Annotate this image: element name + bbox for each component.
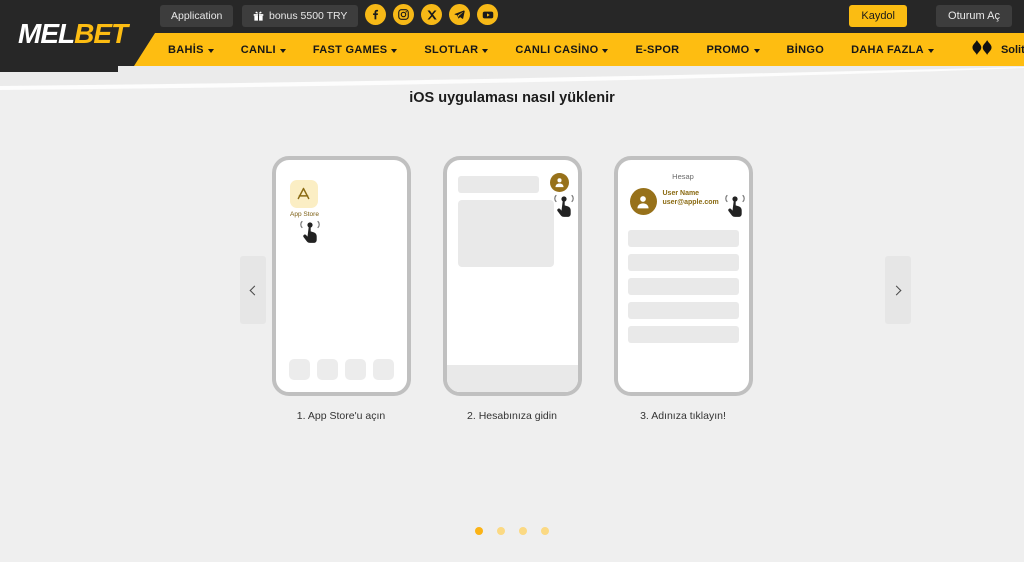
solitaire-diamonds-icon: [971, 39, 993, 60]
nav-item-solitaire[interactable]: Solitaire: [971, 39, 1024, 60]
account-row: [627, 278, 739, 295]
pagination-dot[interactable]: [475, 527, 483, 535]
main-nav: BAHİS CANLI FAST GAMES SLOTLAR CANLI CAS…: [0, 33, 1024, 66]
user-avatar-icon: [629, 188, 657, 215]
step-caption: 1. App Store'u açın: [296, 410, 386, 422]
phone-dock: [276, 359, 407, 380]
nav-label: DAHA FAZLA: [851, 43, 924, 56]
login-label: Oturum Aç: [948, 10, 1000, 22]
account-row: [627, 254, 739, 271]
nav-items: BAHİS CANLI FAST GAMES SLOTLAR CANLI CAS…: [168, 33, 1024, 66]
user-email: user@apple.com: [662, 199, 719, 206]
facebook-icon[interactable]: [365, 4, 386, 25]
header-swoosh: [0, 66, 1024, 92]
nav-label: E-SPOR: [635, 43, 680, 56]
tap-hand-icon: [298, 218, 322, 244]
nav-label: PROMO: [706, 43, 750, 56]
application-button[interactable]: Application: [160, 5, 234, 27]
register-button[interactable]: Kaydol: [849, 5, 907, 27]
pagination-dot[interactable]: [519, 527, 527, 535]
nav-item-bahis[interactable]: BAHİS: [168, 44, 214, 56]
logo-secondary: BET: [74, 18, 128, 49]
nav-label: SLOTLAR: [424, 43, 479, 56]
account-row: [627, 326, 739, 343]
tap-hand-icon: [723, 192, 747, 218]
nav-item-daha-fazla[interactable]: DAHA FAZLA: [851, 44, 934, 56]
account-screen-title: Hesap: [672, 172, 694, 181]
step-card-2: 2. Hesabınıza gidin: [442, 156, 582, 422]
pagination-dot[interactable]: [541, 527, 549, 535]
top-bar: Application bonus 5500 TRY Kaydol Oturum…: [0, 0, 1024, 33]
dock-app-icon: [316, 359, 338, 380]
chevron-down-icon: [602, 48, 609, 53]
steps-carousel: App Store 1. App Store'u açın 2. Hesabın…: [0, 156, 1024, 422]
tap-hand-icon: [552, 192, 576, 218]
logo-dark-block: [0, 66, 118, 72]
nav-label: CANLI: [240, 43, 276, 56]
chevron-down-icon: [391, 48, 398, 53]
dock-app-icon: [344, 359, 366, 380]
page-body: iOS uygulaması nasıl yüklenir App Store: [0, 66, 1024, 562]
placeholder-search-bar: [457, 176, 539, 193]
nav-label: FAST GAMES: [312, 43, 388, 56]
chevron-down-icon: [927, 48, 934, 53]
chevron-down-icon: [753, 48, 760, 53]
instagram-icon[interactable]: [393, 4, 414, 25]
nav-item-promo[interactable]: PROMO: [706, 43, 760, 56]
solitaire-label: Solitaire: [1000, 43, 1024, 56]
nav-item-e-spor[interactable]: E-SPOR: [635, 44, 679, 56]
register-label: Kaydol: [861, 10, 895, 22]
user-avatar-icon: [549, 173, 569, 192]
nav-item-slotlar[interactable]: SLOTLAR: [424, 43, 489, 56]
phone-mockup-3: Hesap User Name user@apple.com: [613, 156, 753, 396]
nav-item-bingo[interactable]: BİNGO: [787, 44, 825, 56]
application-label: Application: [171, 10, 223, 22]
nav-label: BİNGO: [786, 43, 825, 56]
x-twitter-icon[interactable]: [421, 4, 442, 25]
social-links: [365, 4, 498, 25]
nav-item-canli[interactable]: CANLI: [241, 44, 286, 56]
nav-label: BAHİS: [168, 43, 204, 56]
chevron-down-icon: [482, 48, 489, 53]
melbet-logo[interactable]: MELBET: [18, 18, 128, 50]
youtube-icon[interactable]: [477, 4, 498, 25]
phone-mockup-1: App Store: [271, 156, 411, 396]
chevron-down-icon: [207, 48, 214, 53]
login-button[interactable]: Oturum Aç: [936, 5, 1012, 27]
dock-app-icon: [288, 359, 310, 380]
app-store-icon: [289, 180, 318, 208]
bonus-label: bonus 5500 TRY: [269, 10, 348, 22]
account-row: [627, 302, 739, 319]
placeholder-content-block: [457, 200, 554, 267]
account-row: [627, 230, 739, 247]
user-name: User Name: [662, 190, 700, 197]
step-caption: 3. Adınıza tıklayın!: [640, 410, 726, 422]
bonus-button[interactable]: bonus 5500 TRY: [242, 5, 359, 27]
step-card-1: App Store 1. App Store'u açın: [271, 156, 411, 422]
page-title: iOS uygulaması nasıl yüklenir: [409, 90, 615, 106]
app-store-label: App Store: [290, 211, 319, 218]
chevron-down-icon: [279, 48, 286, 53]
carousel-pagination: [0, 527, 1024, 535]
step-caption: 2. Hesabınıza gidin: [467, 410, 557, 422]
telegram-icon[interactable]: [449, 4, 470, 25]
phone-footer-bar: [446, 365, 578, 392]
nav-item-fast-games[interactable]: FAST GAMES: [313, 44, 398, 56]
gift-icon: [253, 11, 264, 22]
logo-primary: MEL: [18, 18, 75, 49]
pagination-dot[interactable]: [497, 527, 505, 535]
nav-item-canli-casino[interactable]: CANLI CASİNO: [515, 43, 609, 56]
account-user-info: User Name user@apple.com: [663, 190, 719, 206]
account-rows: [627, 230, 739, 343]
nav-label: CANLI CASİNO: [515, 43, 599, 56]
phone-mockup-2: [442, 156, 582, 396]
dock-app-icon: [372, 359, 394, 380]
step-card-3: Hesap User Name user@apple.com 3. Adınız…: [613, 156, 753, 422]
